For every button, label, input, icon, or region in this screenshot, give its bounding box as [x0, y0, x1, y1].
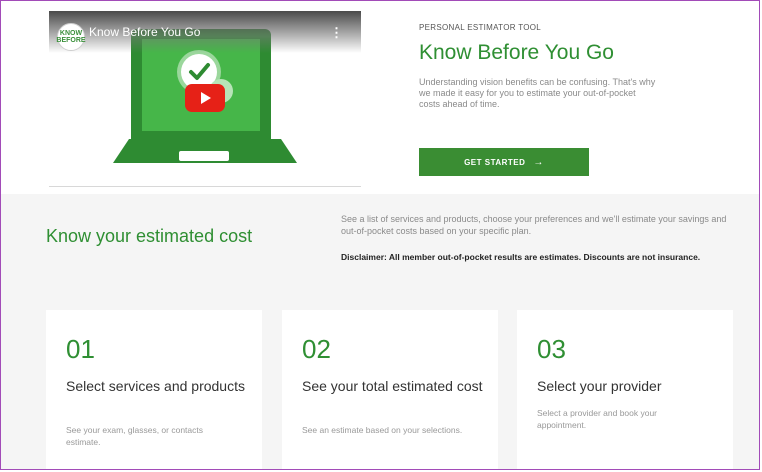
get-started-button[interactable]: GET STARTED →	[419, 148, 589, 176]
step-card-2: 02 See your total estimated cost See an …	[282, 310, 498, 469]
kebab-icon[interactable]: ⋮	[330, 25, 343, 41]
youtube-play-icon[interactable]	[185, 84, 225, 112]
video-divider	[49, 186, 361, 187]
step-title: See your total estimated cost	[302, 378, 483, 394]
step-description: See an estimate based on your selections…	[302, 425, 463, 435]
step-number: 01	[66, 334, 95, 364]
get-started-label: GET STARTED	[464, 157, 526, 167]
video-player[interactable]: KNOW BEFORE Know Before You Go ⋮	[49, 11, 361, 187]
step-description: Select a provider and book your appointm…	[537, 408, 658, 430]
hero-description: Understanding vision benefits can be con…	[419, 77, 656, 109]
hero-title: Know Before You Go	[419, 41, 614, 64]
hero-section: KNOW BEFORE Know Before You Go ⋮ PERSONA…	[1, 1, 759, 194]
estimate-section: Know your estimated cost See a list of s…	[1, 194, 759, 469]
step-card-1: 01 Select services and products See your…	[46, 310, 262, 469]
page-frame: KNOW BEFORE Know Before You Go ⋮ PERSONA…	[0, 0, 760, 470]
hero-text-block: PERSONAL ESTIMATOR TOOL Know Before You …	[419, 23, 719, 110]
step-number: 03	[537, 334, 566, 364]
section-description: See a list of services and products, cho…	[341, 214, 727, 236]
step-number: 02	[302, 334, 331, 364]
arrow-right-icon: →	[533, 156, 544, 168]
disclaimer-text: Disclaimer: All member out-of-pocket res…	[341, 252, 701, 262]
eyebrow-label: PERSONAL ESTIMATOR TOOL	[419, 23, 542, 32]
step-title: Select services and products	[66, 378, 245, 394]
step-card-3: 03 Select your provider Select a provide…	[517, 310, 733, 469]
video-title[interactable]: Know Before You Go	[89, 25, 200, 39]
step-description: See your exam, glasses, or contacts esti…	[66, 425, 204, 447]
step-title: Select your provider	[537, 378, 662, 394]
section-title: Know your estimated cost	[46, 226, 253, 246]
channel-logo[interactable]: KNOW BEFORE	[56, 23, 86, 51]
